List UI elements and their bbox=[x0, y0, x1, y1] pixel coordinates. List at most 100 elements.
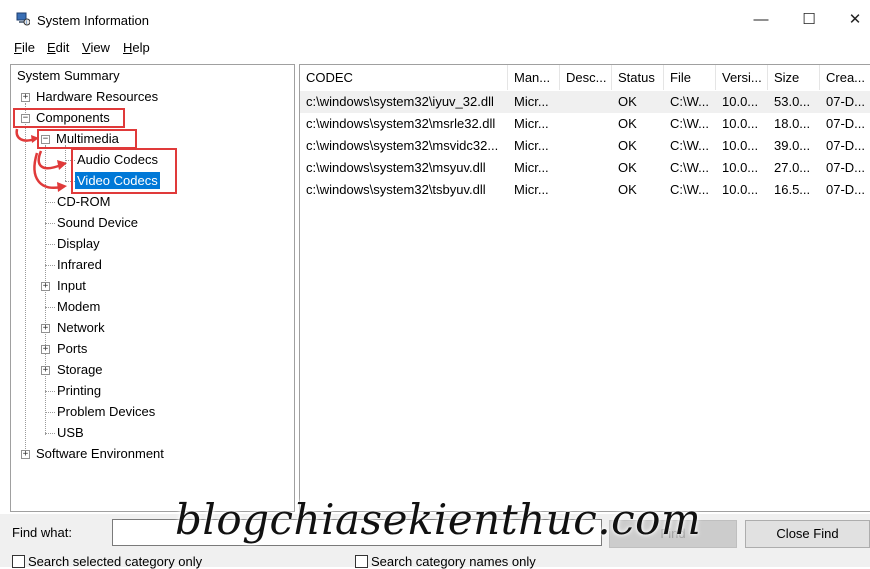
close-button[interactable]: ✕ bbox=[832, 4, 870, 36]
tree-item-system-summary[interactable]: System Summary bbox=[17, 67, 120, 84]
cell-status: OK bbox=[618, 138, 637, 153]
expand-icon[interactable]: + bbox=[41, 324, 50, 333]
tree-connector bbox=[45, 244, 55, 245]
title-bar: i System Information — ☐ ✕ bbox=[0, 0, 870, 38]
category-tree[interactable]: System Summary + Hardware Resources − Co… bbox=[10, 64, 295, 512]
checkbox-box[interactable] bbox=[12, 555, 25, 568]
cell-version: 10.0... bbox=[722, 116, 759, 131]
cell-codec: c:\windows\system32\iyuv_32.dll bbox=[306, 94, 494, 109]
tree-item-infrared[interactable]: Infrared bbox=[57, 256, 102, 273]
cell-codec: c:\windows\system32\tsbyuv.dll bbox=[306, 182, 486, 197]
column-header-created[interactable]: Crea... bbox=[820, 65, 870, 90]
menu-view[interactable]: View bbox=[82, 40, 110, 55]
cell-description bbox=[560, 135, 612, 157]
expand-icon[interactable]: + bbox=[21, 93, 30, 102]
tree-item-hardware-resources[interactable]: Hardware Resources bbox=[36, 88, 158, 105]
tree-item-sound-device[interactable]: Sound Device bbox=[57, 214, 138, 231]
table-row[interactable]: c:\windows\system32\msrle32.dll Micr... … bbox=[300, 113, 870, 135]
cell-size: 39.0... bbox=[774, 138, 811, 153]
column-header-size[interactable]: Size bbox=[768, 65, 820, 90]
tree-item-ports[interactable]: Ports bbox=[57, 340, 87, 357]
maximize-button[interactable]: ☐ bbox=[786, 4, 832, 36]
window-title: System Information bbox=[37, 13, 149, 28]
tree-connector bbox=[45, 433, 55, 434]
menu-file[interactable]: File bbox=[14, 40, 35, 55]
tree-item-cd-rom[interactable]: CD-ROM bbox=[57, 193, 110, 210]
expand-icon[interactable]: + bbox=[21, 450, 30, 459]
cell-file: C:\W... bbox=[670, 182, 709, 197]
cell-status: OK bbox=[618, 160, 637, 175]
cell-created: 07-D... bbox=[826, 116, 866, 131]
table-row[interactable]: c:\windows\system32\tsbyuv.dll Micr... O… bbox=[300, 179, 870, 201]
tree-item-modem[interactable]: Modem bbox=[57, 298, 100, 315]
tree-item-network[interactable]: Network bbox=[57, 319, 105, 336]
watermark-text: blogchiasekienthuc.com bbox=[175, 495, 702, 544]
cell-description bbox=[560, 157, 612, 179]
cell-size: 53.0... bbox=[774, 94, 811, 109]
cell-codec: c:\windows\system32\msrle32.dll bbox=[306, 116, 496, 131]
tree-connector bbox=[45, 391, 55, 392]
cell-created: 07-D... bbox=[826, 94, 866, 109]
cell-size: 18.0... bbox=[774, 116, 811, 131]
column-header-manufacturer[interactable]: Man... bbox=[508, 65, 560, 90]
table-row[interactable]: c:\windows\system32\iyuv_32.dll Micr... … bbox=[300, 91, 870, 113]
table-row[interactable]: c:\windows\system32\msvidc32... Micr... … bbox=[300, 135, 870, 157]
column-header-status[interactable]: Status bbox=[612, 65, 664, 90]
minimize-button[interactable]: — bbox=[738, 4, 784, 36]
cell-description bbox=[560, 113, 612, 135]
cell-manufacturer: Micr... bbox=[514, 182, 549, 197]
cell-status: OK bbox=[618, 94, 637, 109]
tree-item-printing[interactable]: Printing bbox=[57, 382, 101, 399]
cell-version: 10.0... bbox=[722, 182, 759, 197]
cell-file: C:\W... bbox=[670, 138, 709, 153]
column-header-description[interactable]: Desc... bbox=[560, 65, 612, 90]
checkbox-box[interactable] bbox=[355, 555, 368, 568]
cell-version: 10.0... bbox=[722, 138, 759, 153]
tree-connector bbox=[45, 265, 55, 266]
cell-status: OK bbox=[618, 116, 637, 131]
cell-manufacturer: Micr... bbox=[514, 116, 549, 131]
tree-connector bbox=[45, 223, 55, 224]
tree-item-software-environment[interactable]: Software Environment bbox=[36, 445, 164, 462]
menu-bar: File Edit View Help bbox=[0, 38, 870, 58]
find-what-label: Find what: bbox=[12, 525, 72, 540]
svg-text:i: i bbox=[26, 20, 27, 26]
codec-table[interactable]: CODEC Man... Desc... Status File Versi..… bbox=[299, 64, 870, 512]
tree-item-usb[interactable]: USB bbox=[57, 424, 84, 441]
table-row[interactable]: c:\windows\system32\msyuv.dll Micr... OK… bbox=[300, 157, 870, 179]
tree-item-storage[interactable]: Storage bbox=[57, 361, 103, 378]
system-information-icon: i bbox=[16, 12, 30, 26]
cell-manufacturer: Micr... bbox=[514, 94, 549, 109]
close-find-button[interactable]: Close Find bbox=[745, 520, 870, 548]
cell-codec: c:\windows\system32\msvidc32... bbox=[306, 138, 499, 153]
annotation-arrows bbox=[15, 128, 67, 192]
cell-file: C:\W... bbox=[670, 94, 709, 109]
expand-icon[interactable]: + bbox=[41, 345, 50, 354]
menu-help[interactable]: Help bbox=[123, 40, 150, 55]
cell-created: 07-D... bbox=[826, 182, 866, 197]
cell-file: C:\W... bbox=[670, 116, 709, 131]
cell-manufacturer: Micr... bbox=[514, 138, 549, 153]
cell-created: 07-D... bbox=[826, 138, 866, 153]
cell-description bbox=[560, 179, 612, 201]
cell-manufacturer: Micr... bbox=[514, 160, 549, 175]
cell-version: 10.0... bbox=[722, 94, 759, 109]
expand-icon[interactable]: + bbox=[41, 366, 50, 375]
cell-size: 16.5... bbox=[774, 182, 811, 197]
cell-description bbox=[560, 91, 612, 113]
column-header-file[interactable]: File bbox=[664, 65, 716, 90]
column-header-version[interactable]: Versi... bbox=[716, 65, 768, 90]
tree-item-input[interactable]: Input bbox=[57, 277, 86, 294]
tree-item-display[interactable]: Display bbox=[57, 235, 100, 252]
cell-file: C:\W... bbox=[670, 160, 709, 175]
expand-icon[interactable]: + bbox=[41, 282, 50, 291]
tree-connector bbox=[45, 307, 55, 308]
column-header-codec[interactable]: CODEC bbox=[300, 65, 508, 90]
tree-item-problem-devices[interactable]: Problem Devices bbox=[57, 403, 155, 420]
table-header: CODEC Man... Desc... Status File Versi..… bbox=[300, 65, 870, 90]
menu-edit[interactable]: Edit bbox=[47, 40, 69, 55]
tree-connector bbox=[45, 412, 55, 413]
tree-connector bbox=[45, 202, 55, 203]
cell-version: 10.0... bbox=[722, 160, 759, 175]
cell-codec: c:\windows\system32\msyuv.dll bbox=[306, 160, 486, 175]
